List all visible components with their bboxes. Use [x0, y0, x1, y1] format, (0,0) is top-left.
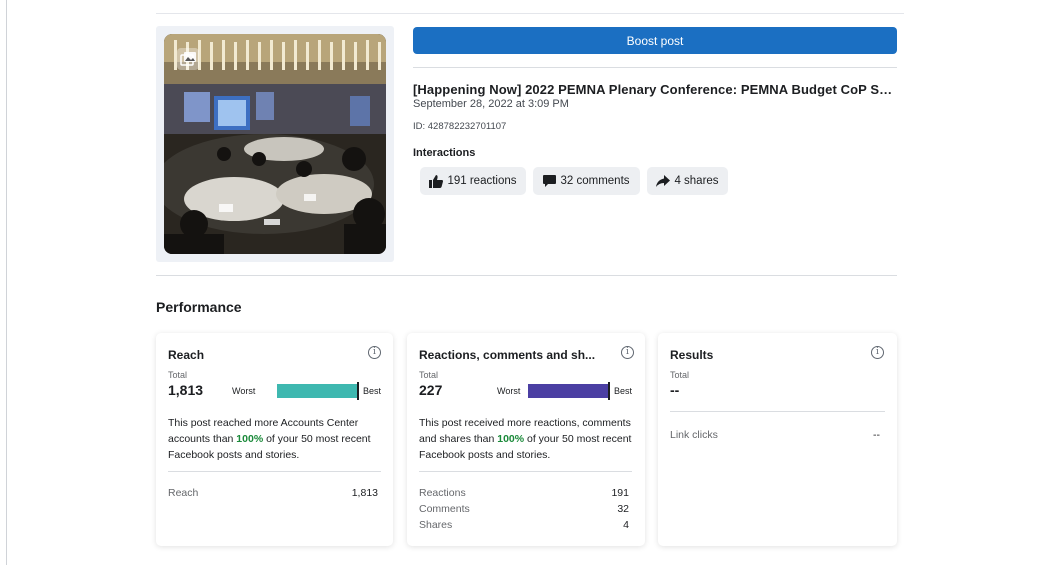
post-id: ID: 428782232701107: [413, 121, 507, 132]
reach-total-label: Total: [168, 370, 188, 380]
results-row-link-clicks: Link clicks --: [670, 429, 880, 441]
post-title: [Happening Now] 2022 PEMNA Plenary Confe…: [413, 82, 897, 97]
engagement-row-shares: Shares 4: [419, 519, 629, 531]
reach-percent: 100%: [236, 433, 264, 445]
reactions-row-label: Reactions: [419, 487, 466, 499]
info-icon[interactable]: i: [621, 346, 634, 359]
reach-total-value: 1,813: [168, 382, 204, 398]
reach-row-label: Reach: [168, 487, 199, 499]
header-divider: [413, 67, 897, 68]
reach-best-label: Best: [363, 386, 382, 396]
engagement-percent: 100%: [497, 433, 525, 445]
engagement-total-label: Total: [419, 370, 439, 380]
comments-pill[interactable]: 32 comments: [533, 167, 640, 195]
results-card: Results i Total -- Link clicks --: [658, 333, 897, 546]
gallery-icon: [177, 48, 199, 70]
reactions-count: 191 reactions: [447, 175, 517, 187]
performance-heading: Performance: [156, 299, 242, 315]
shares-row-value: 4: [623, 519, 629, 531]
engagement-comparison-bar: [528, 384, 608, 398]
post-date: September 28, 2022 at 3:09 PM: [413, 98, 569, 110]
shares-count: 4 shares: [674, 175, 719, 187]
window-edge-divider: [6, 0, 7, 565]
reactions-row-value: 191: [611, 487, 629, 499]
top-divider: [156, 13, 904, 14]
link-clicks-label: Link clicks: [670, 429, 718, 441]
reach-card: Reach i Total 1,813 Worst Best This post…: [156, 333, 393, 546]
share-arrow-icon: [656, 175, 671, 187]
engagement-best-label: Best: [614, 386, 633, 396]
engagement-description: This post received more reactions, comme…: [419, 417, 632, 461]
reactions-pill[interactable]: 191 reactions: [420, 167, 526, 195]
shares-pill[interactable]: 4 shares: [647, 167, 728, 195]
info-icon[interactable]: i: [368, 346, 381, 359]
reach-best-marker: [357, 382, 359, 400]
engagement-row-reactions: Reactions 191: [419, 487, 629, 499]
results-card-title: Results: [670, 348, 714, 362]
results-total-value: --: [670, 382, 680, 398]
engagement-divider: [419, 471, 632, 472]
interactions-heading: Interactions: [413, 147, 476, 159]
reach-divider: [168, 471, 381, 472]
comments-row-value: 32: [617, 503, 629, 515]
boost-post-button[interactable]: Boost post: [413, 27, 897, 54]
results-divider: [670, 411, 885, 412]
speech-bubble-icon: [543, 175, 557, 187]
reach-row-value: 1,813: [351, 487, 378, 499]
reach-description: This post reached more Accounts Center a…: [168, 417, 371, 461]
info-icon[interactable]: i: [871, 346, 884, 359]
engagement-card: Reactions, comments and sh... i Total 22…: [407, 333, 645, 546]
engagement-best-marker: [608, 382, 610, 400]
engagement-worst-label: Worst: [497, 386, 521, 396]
comments-count: 32 comments: [560, 175, 630, 187]
reach-worst-label: Worst: [232, 386, 256, 396]
reach-row: Reach 1,813: [168, 487, 378, 499]
reach-comparison-bar: [277, 384, 357, 398]
post-thumbnail[interactable]: [164, 34, 386, 254]
shares-row-label: Shares: [419, 519, 453, 531]
post-thumbnail-frame: [156, 26, 394, 262]
engagement-total-value: 227: [419, 382, 443, 398]
reach-card-title: Reach: [168, 348, 205, 362]
engagement-row-comments: Comments 32: [419, 503, 629, 515]
results-total-label: Total: [670, 370, 690, 380]
section-divider: [156, 275, 897, 276]
link-clicks-value: --: [873, 429, 880, 441]
engagement-card-title: Reactions, comments and sh...: [419, 348, 596, 362]
thumbs-up-icon: [429, 174, 444, 188]
comments-row-label: Comments: [419, 503, 470, 515]
